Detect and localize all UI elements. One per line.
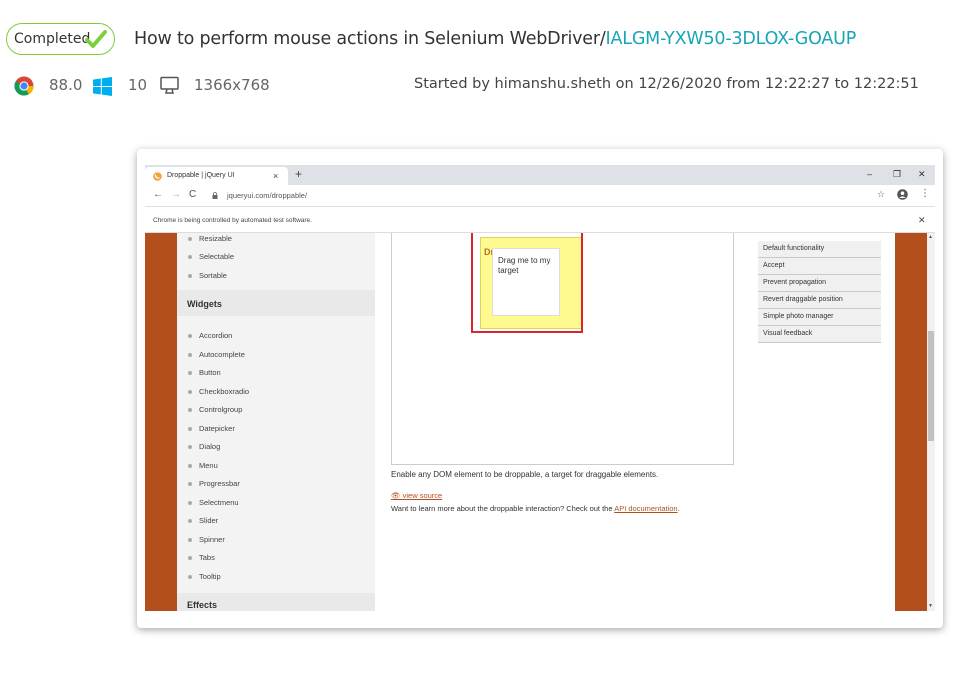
sidebar-item-accordion[interactable]: Accordion — [187, 331, 232, 340]
sidebar-item-tabs[interactable]: Tabs — [188, 553, 215, 562]
sidebar-item-controlgroup[interactable]: Controlgroup — [187, 405, 242, 414]
checkmark-icon — [85, 30, 107, 48]
new-tab-button[interactable]: + — [295, 167, 302, 181]
sidebar-item-resizable[interactable]: Resizable — [188, 234, 232, 243]
browser-menu-icon[interactable]: ⋮ — [920, 188, 930, 199]
chrome-icon — [14, 76, 34, 96]
environment-row: 88.0 10 1366x768 Started by himanshu.she… — [0, 74, 971, 96]
infobar-close-icon[interactable]: ✕ — [918, 215, 926, 226]
example-simple-photo-manager[interactable]: Simple photo manager — [758, 309, 881, 326]
learn-more-label: Want to learn more about the droppable i… — [391, 504, 615, 513]
sidebar-item-datepicker[interactable]: Datepicker — [188, 424, 235, 433]
sidebar-item-spinner[interactable]: Spinner — [188, 535, 225, 544]
scroll-up-icon[interactable]: ▲ — [928, 234, 933, 240]
test-screenshot[interactable]: Droppable | jQuery UI × + – ❐ ✕ ← → C jq… — [137, 149, 943, 628]
lock-icon — [212, 192, 218, 199]
sidebar-item-slider[interactable]: Slider — [187, 516, 218, 525]
example-default-functionality[interactable]: Default functionality — [758, 241, 881, 258]
action-highlight-box — [471, 233, 583, 333]
scroll-down-icon[interactable]: ▼ — [928, 603, 933, 609]
sidebar-item-selectmenu[interactable]: Selectmenu — [188, 498, 239, 507]
examples-list: Default functionality Accept Prevent pro… — [758, 241, 881, 343]
minimize-button[interactable]: – — [867, 169, 872, 179]
profile-icon[interactable] — [897, 189, 908, 200]
tab-close-icon[interactable]: × — [273, 171, 278, 181]
tab-strip: Droppable | jQuery UI × + – ❐ ✕ — [145, 165, 935, 185]
example-visual-feedback[interactable]: Visual feedback — [758, 326, 881, 343]
browser-version: 88.0 — [49, 76, 83, 94]
sidebar-item-button[interactable]: Button — [188, 368, 221, 377]
example-accept[interactable]: Accept — [758, 258, 881, 275]
infobar-text: Chrome is being controlled by automated … — [153, 217, 312, 224]
started-info: Started by himanshu.sheth on 12/26/2020 … — [414, 76, 919, 92]
bookmark-star-icon[interactable]: ☆ — [877, 189, 885, 200]
sidebar-item-dialog[interactable]: Dialog — [187, 442, 220, 451]
sidebar-item-menu[interactable]: Menu — [188, 461, 218, 470]
tab-title: Droppable | jQuery UI — [167, 172, 235, 179]
learn-more-text: Want to learn more about the droppable i… — [391, 504, 680, 513]
forward-button[interactable]: → — [171, 189, 181, 200]
example-revert-draggable-position[interactable]: Revert draggable position — [758, 292, 881, 309]
view-source-label: view source — [402, 491, 443, 500]
test-title: How to perform mouse actions in Selenium… — [134, 29, 856, 49]
status-badge: Completed — [6, 23, 115, 55]
sidebar: Resizable Selectable Sortable Widgets Ac… — [177, 233, 375, 611]
back-button[interactable]: ← — [153, 189, 163, 200]
restore-button[interactable]: ❐ — [893, 169, 901, 180]
jquery-page: Resizable Selectable Sortable Widgets Ac… — [177, 233, 895, 611]
resolution: 1366x768 — [194, 76, 270, 94]
url-text: jqueryui.com/droppable/ — [227, 191, 308, 200]
monitor-icon — [160, 76, 179, 94]
widgets-heading: Widgets — [187, 299, 222, 309]
test-id-link[interactable]: IALGM-YXW50-3DLOX-GOAUP — [606, 29, 857, 49]
sidebar-item-sortable[interactable]: Sortable — [188, 271, 227, 280]
page-viewport: Resizable Selectable Sortable Widgets Ac… — [145, 233, 935, 611]
browser-toolbar: ← → C jqueryui.com/droppable/ ☆ ⋮ — [145, 185, 935, 207]
os-version: 10 — [128, 76, 148, 94]
browser-tab[interactable]: Droppable | jQuery UI × — [145, 167, 288, 185]
address-bar[interactable]: jqueryui.com/droppable/ — [205, 188, 905, 204]
window-close-button[interactable]: ✕ — [918, 169, 926, 180]
example-prevent-propagation[interactable]: Prevent propagation — [758, 275, 881, 292]
sidebar-item-progressbar[interactable]: Progressbar — [188, 479, 240, 488]
learn-more-end: . — [677, 504, 680, 513]
windows-icon — [93, 77, 112, 96]
jquery-favicon-icon — [153, 172, 162, 181]
api-documentation-link[interactable]: API documentation — [614, 504, 677, 513]
scrollbar-thumb[interactable] — [928, 331, 934, 441]
sidebar-item-checkboxradio[interactable]: Checkboxradio — [187, 387, 249, 396]
page-description: Enable any DOM element to be droppable, … — [391, 470, 659, 479]
view-source-link[interactable]: 👁 view source — [391, 491, 442, 500]
reload-button[interactable]: C — [189, 189, 196, 200]
effects-heading: Effects — [187, 600, 218, 610]
status-label: Completed — [14, 31, 91, 47]
test-name: How to perform mouse actions in Selenium… — [134, 29, 606, 49]
sidebar-item-tooltip[interactable]: Tooltip — [188, 572, 221, 581]
automation-infobar: Chrome is being controlled by automated … — [145, 208, 935, 233]
page-scrollbar[interactable]: ▲ ▼ — [927, 233, 935, 611]
sidebar-item-selectable[interactable]: Selectable — [187, 252, 234, 261]
browser-window: Droppable | jQuery UI × + – ❐ ✕ ← → C jq… — [145, 165, 935, 611]
sidebar-item-autocomplete[interactable]: Autocomplete — [188, 350, 245, 359]
